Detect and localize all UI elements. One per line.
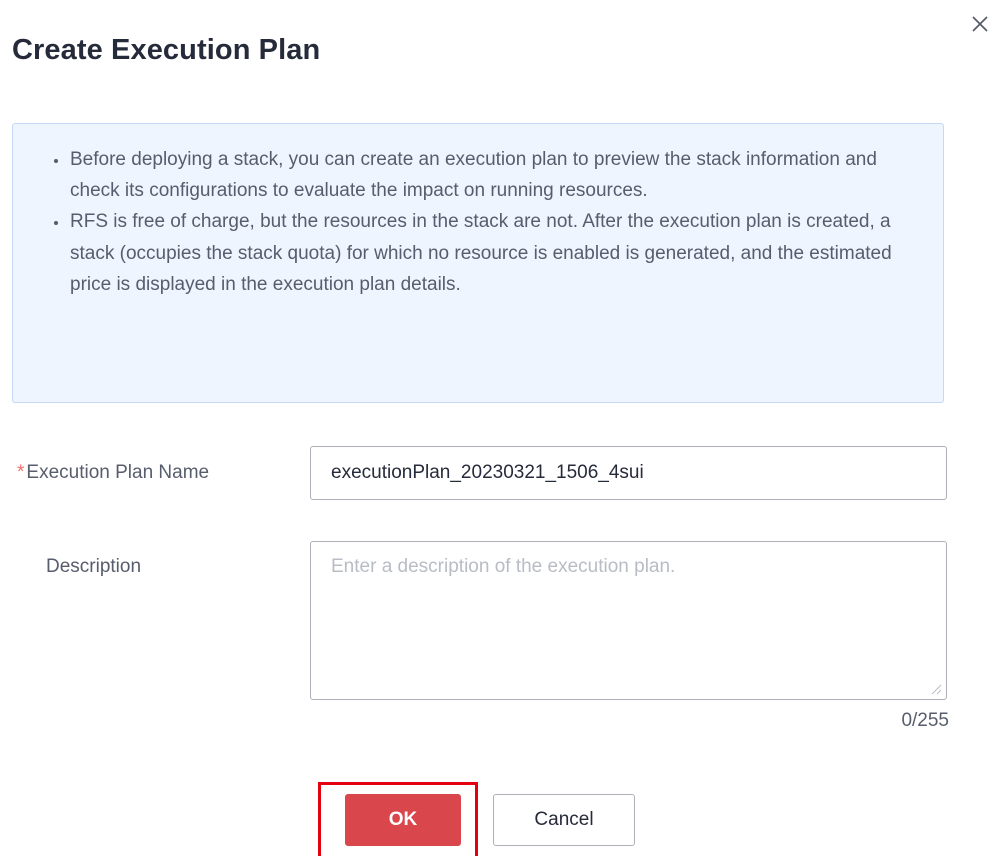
execution-plan-name-label: * Execution Plan Name [17,460,209,486]
cancel-button[interactable]: Cancel [493,794,635,846]
dialog-title: Create Execution Plan [12,34,321,66]
description-textarea[interactable] [310,541,947,700]
close-button[interactable] [966,10,994,38]
execution-plan-name-input[interactable] [310,446,947,500]
description-char-count: 0/255 [901,710,949,731]
description-label: Description [46,556,142,577]
resize-handle-icon[interactable] [929,682,943,696]
execution-plan-name-label-text: Execution Plan Name [26,462,210,483]
info-list: Before deploying a stack, you can create… [13,124,943,300]
ok-button[interactable]: OK [345,794,461,846]
info-item-pricing: RFS is free of charge, but the resources… [69,206,913,300]
info-item-execution-plan: Before deploying a stack, you can create… [69,144,913,206]
required-mark: * [17,462,25,483]
info-notice: Before deploying a stack, you can create… [12,123,944,403]
create-execution-plan-dialog: Create Execution Plan Before deploying a… [0,0,999,856]
close-icon [972,16,988,32]
